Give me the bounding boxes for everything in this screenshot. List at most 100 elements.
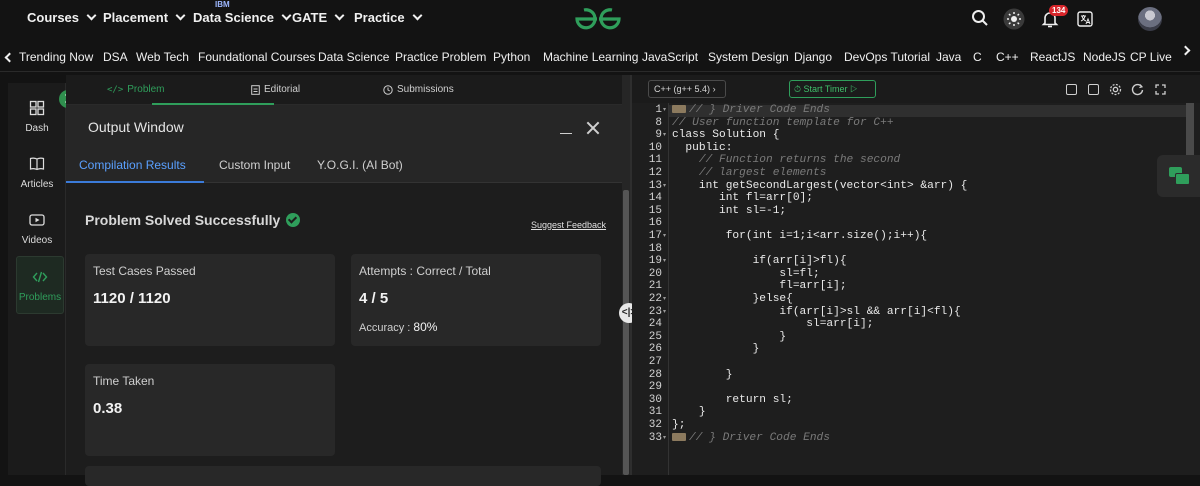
nav-courses[interactable]: Courses [27, 10, 97, 25]
code-line[interactable]: class Solution { [672, 129, 779, 141]
code-line[interactable]: // largest elements [672, 167, 827, 179]
tab-label: Submissions [397, 84, 454, 95]
category-item[interactable]: Django [794, 50, 832, 64]
code-line[interactable]: // User function template for C++ [672, 117, 894, 129]
category-item[interactable]: Practice Problem [395, 50, 486, 64]
fold-arrow-icon[interactable]: ▾ [663, 106, 666, 113]
tab-yogi-ai-bot[interactable]: Y.O.G.I. (AI Bot) [317, 158, 403, 172]
nav-gate[interactable]: GATE [292, 10, 345, 25]
fold-ellipsis-icon[interactable] [672, 432, 686, 441]
gutter-divider [668, 103, 669, 475]
category-item[interactable]: Java [936, 50, 961, 64]
fold-ellipsis-icon[interactable] [672, 105, 686, 114]
code-line[interactable]: if(arr[i]>fl){ [672, 255, 847, 267]
category-item[interactable]: NodeJS [1083, 50, 1126, 64]
search-icon[interactable] [971, 9, 989, 27]
fold-arrow-icon[interactable]: ▾ [663, 182, 666, 189]
code-line[interactable]: sl=fl; [672, 267, 820, 280]
gfg-logo-icon[interactable] [573, 6, 623, 32]
settings-icon[interactable] [1109, 83, 1122, 96]
category-item[interactable]: Python [493, 50, 530, 64]
sidebar-item-problems[interactable]: Problems [16, 256, 64, 314]
sidebar-item-videos[interactable]: Videos [8, 212, 66, 246]
line-number: 14 [648, 192, 662, 205]
fullscreen-icon[interactable] [1155, 84, 1166, 95]
code-line[interactable]: return sl; [672, 394, 793, 406]
nav-practice[interactable]: Practice [354, 10, 423, 25]
code-line[interactable]: } [672, 369, 733, 381]
fold-arrow-icon[interactable]: ▾ [663, 295, 666, 302]
tab-compilation-results[interactable]: Compilation Results [79, 158, 186, 172]
code-line[interactable]: for(int i=1;i<arr.size();i++){ [672, 230, 927, 242]
tab-submissions[interactable]: Submissions [383, 84, 454, 95]
start-timer-button[interactable]: ⏱ Start Timer ▷ [789, 80, 876, 98]
fold-arrow-icon[interactable]: ▾ [663, 434, 666, 441]
code-text: if(arr[i]>sl && arr[i]<fl){ [672, 305, 961, 318]
fold-arrow-icon[interactable]: ▾ [663, 232, 666, 239]
category-item[interactable]: Web Tech [136, 50, 189, 64]
code-line[interactable]: // } Driver Code Ends [672, 104, 830, 116]
language-label: C++ (g++ 5.4) [654, 84, 711, 94]
category-item[interactable]: System Design [708, 50, 789, 64]
code-line[interactable]: }else{ [672, 293, 793, 305]
code-line[interactable]: if(arr[i]>sl && arr[i]<fl){ [672, 305, 961, 318]
category-item[interactable]: ReactJS [1030, 50, 1075, 64]
sidebar-item-dash[interactable]: Dash [8, 100, 66, 134]
suggest-feedback-link[interactable]: Suggest Feedback [531, 220, 606, 230]
timer-icon: ⏱ [794, 84, 802, 94]
category-item[interactable]: Data Science [318, 50, 389, 64]
accuracy-label: Accuracy : [359, 322, 411, 334]
fold-arrow-icon[interactable]: ▾ [663, 257, 666, 264]
code-line[interactable]: int fl=arr[0]; [672, 192, 813, 204]
category-item[interactable]: Trending Now [19, 50, 93, 64]
code-line[interactable]: fl=arr[i]; [672, 280, 846, 292]
category-item[interactable]: C [973, 50, 982, 64]
close-icon[interactable] [587, 122, 599, 134]
code-line[interactable]: } [672, 406, 706, 418]
category-item[interactable]: C++ [996, 50, 1019, 64]
fold-arrow-icon[interactable]: ▾ [663, 131, 666, 138]
code-line[interactable]: // } Driver Code Ends [672, 432, 830, 444]
play-icon: ▷ [850, 84, 858, 94]
tab-custom-input[interactable]: Custom Input [219, 158, 290, 172]
chevron-left-icon[interactable] [4, 52, 15, 63]
category-item[interactable]: JavaScript [642, 50, 698, 64]
sidebar-item-articles[interactable]: Articles [8, 156, 66, 190]
code-line[interactable]: public: [672, 142, 732, 154]
card-value: 1120 / 1120 [93, 290, 171, 307]
sidebar-item-label: Videos [21, 235, 53, 246]
category-item[interactable]: Foundational Courses [198, 50, 315, 64]
code-text: sl=fl; [672, 267, 820, 280]
nav-placement[interactable]: Placement [103, 10, 186, 25]
code-line[interactable]: sl=arr[i]; [672, 318, 873, 330]
export-icon[interactable] [1088, 84, 1099, 95]
chat-icon[interactable] [1157, 155, 1200, 197]
code-line[interactable]: int getSecondLargest(vector<int> &arr) { [672, 180, 968, 192]
avatar[interactable] [1138, 7, 1162, 31]
code-line[interactable]: } [672, 331, 786, 343]
reset-icon[interactable] [1131, 83, 1144, 96]
code-line[interactable]: } [672, 343, 760, 355]
code-text: int fl=arr[0]; [672, 192, 813, 205]
output-header: Output Window [66, 105, 622, 147]
fold-arrow-icon[interactable]: ▾ [663, 308, 666, 315]
code-line[interactable]: }; [672, 419, 685, 431]
line-number: 16 [648, 217, 662, 230]
category-item[interactable]: DevOps Tutorial [844, 50, 930, 64]
code-line[interactable]: // Function returns the second [672, 154, 900, 166]
category-item[interactable]: Machine Learning [543, 50, 638, 64]
category-item[interactable]: DSA [103, 50, 128, 64]
theme-toggle-icon[interactable] [1003, 8, 1025, 30]
category-item[interactable]: CP Live [1130, 50, 1172, 64]
nav-data-science[interactable]: Data Science [193, 10, 292, 25]
language-select[interactable]: C++ (g++ 5.4) › [648, 80, 726, 98]
tab-editorial[interactable]: Editorial [251, 84, 300, 95]
line-number: 20 [648, 267, 662, 280]
translate-icon[interactable] [1077, 11, 1093, 27]
copy-icon[interactable] [1066, 84, 1077, 95]
minimize-icon[interactable] [560, 133, 572, 134]
code-line[interactable]: int sl=-1; [672, 205, 786, 217]
output-scrollbar[interactable] [623, 190, 629, 475]
tab-problem[interactable]: </> Problem [107, 84, 165, 95]
line-number: 33 [648, 431, 662, 444]
